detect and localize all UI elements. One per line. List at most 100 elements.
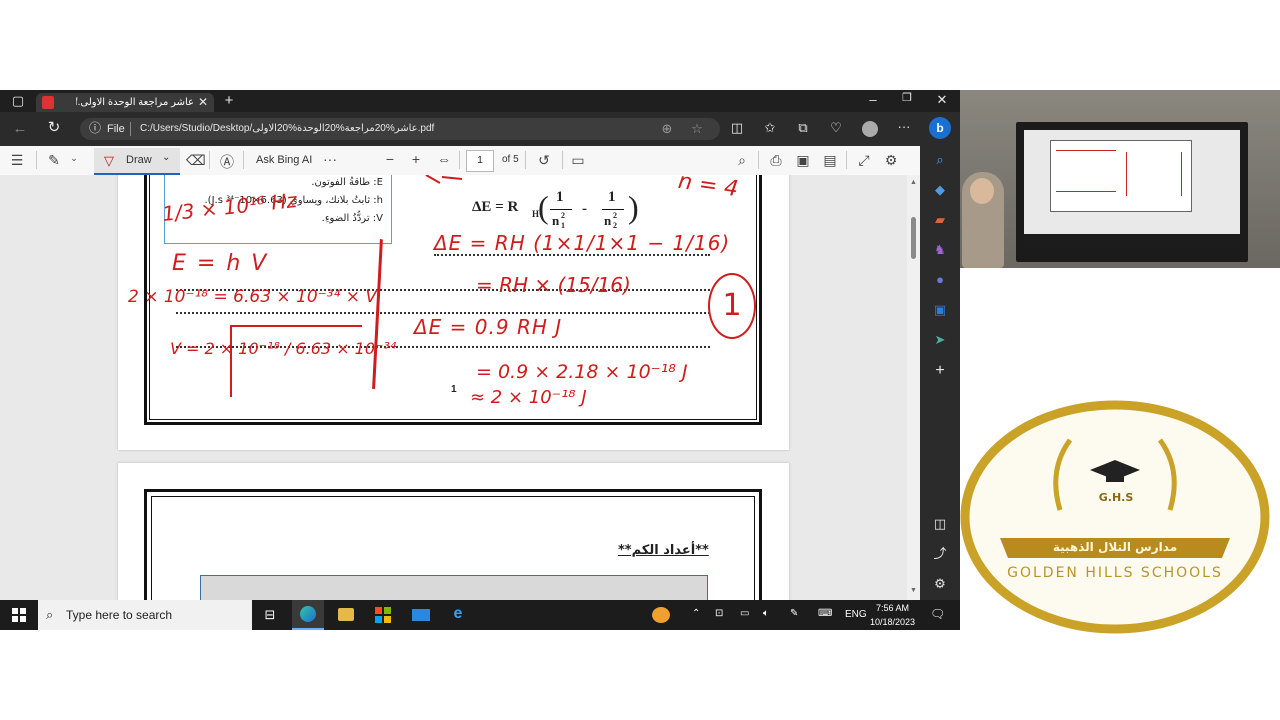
table-box: [200, 575, 708, 600]
draw-button[interactable]: ▽ Draw ⌄: [94, 148, 180, 175]
save-as-icon[interactable]: ▤: [822, 152, 838, 169]
ink-left3: 2 × 10⁻¹⁸ = 6.63 × 10⁻³⁴ × V: [128, 287, 377, 307]
address-bar-row: ← ↻ ⓘ File C:/Users/Studio/Desktop/عاشر%…: [0, 112, 960, 146]
star-icon[interactable]: ☆: [690, 122, 704, 135]
zoom-in-button[interactable]: +: [408, 151, 424, 167]
taskbar-search[interactable]: ⌕ Type here to search: [38, 600, 252, 630]
extensions-icon[interactable]: ♡: [829, 121, 843, 134]
scrollbar-thumb[interactable]: [911, 217, 916, 259]
frac-num-2: 1: [608, 189, 616, 205]
office-icon[interactable]: ●: [932, 273, 948, 286]
info-icon: ⓘ: [88, 121, 101, 135]
window-close-icon[interactable]: ✕: [935, 93, 949, 106]
weather-icon[interactable]: [652, 607, 670, 623]
toc-icon[interactable]: ☰: [9, 152, 25, 169]
favorites-icon[interactable]: ✩: [763, 121, 777, 134]
plus-icon[interactable]: +: [932, 363, 948, 379]
url-prefix: File: [107, 123, 125, 135]
display-icon[interactable]: ▭: [740, 608, 749, 619]
ask-bing-button[interactable]: Ask Bing AI: [256, 154, 312, 166]
notification-icon[interactable]: 🗨︎: [930, 607, 945, 621]
ink-delta-e-line1: ΔE = RH (1×1/1×1 − 1/16): [434, 231, 731, 255]
ink-stroke: [422, 175, 472, 184]
search-icon: ⌕: [46, 607, 54, 622]
back-icon[interactable]: ←: [12, 121, 28, 136]
minimize-icon[interactable]: –: [866, 93, 880, 106]
legend-v: V: تردُّدُ الضوءِ.: [321, 213, 383, 224]
keyboard-icon[interactable]: ⌨: [818, 608, 832, 619]
games-icon[interactable]: ♞: [932, 243, 948, 256]
chevron-up-icon[interactable]: ⌃: [692, 608, 700, 619]
url-text: C:/Users/Studio/Desktop/عاشر%20مراجعة%20…: [140, 123, 435, 134]
pen-icon[interactable]: ✎: [790, 608, 798, 619]
store-icon[interactable]: [375, 607, 391, 623]
close-icon[interactable]: ✕: [196, 96, 210, 108]
shopping-icon[interactable]: ◆: [932, 183, 948, 196]
clock-time[interactable]: 7:56 AM: [876, 603, 909, 613]
tab-bar: ▢ عاشر مراجعة الوحدة الاولى.pdf* ✕ + – ❐…: [0, 90, 960, 112]
maximize-icon[interactable]: ❐: [900, 93, 914, 104]
read-aloud-icon[interactable]: Ⓐ: [219, 152, 235, 172]
mail-icon[interactable]: [412, 609, 430, 621]
language-indicator[interactable]: ENG: [845, 609, 867, 620]
print-icon[interactable]: ⎙: [768, 152, 784, 169]
windows-icon[interactable]: [12, 608, 26, 622]
external-link-icon[interactable]: ⤴: [932, 547, 948, 560]
chevron-down-icon[interactable]: ⌄: [68, 153, 80, 164]
clock-date[interactable]: 10/18/2023: [870, 617, 915, 627]
zoom-icon[interactable]: ⊕: [660, 122, 674, 135]
chevron-down-icon: ⌄: [162, 152, 171, 163]
ink-circle-1: 1: [708, 273, 756, 339]
highlight-icon[interactable]: ✎: [46, 152, 62, 169]
frac-num-1: 1: [556, 189, 564, 205]
zoom-out-button[interactable]: −: [382, 151, 398, 167]
eraser-icon[interactable]: ⌫: [186, 152, 206, 169]
formula-lhs: ΔE = R: [472, 199, 519, 215]
pdf-toolbar: ☰ ✎ ⌄ ▽ Draw ⌄ ⌫ Ⓐ Ask Bing AI ··· − + ⇔…: [0, 146, 960, 176]
rotate-icon[interactable]: ↺: [536, 152, 552, 169]
search-icon[interactable]: ⌕: [734, 152, 750, 169]
url-field[interactable]: ⓘ File C:/Users/Studio/Desktop/عاشر%20مر…: [80, 118, 720, 140]
refresh-icon[interactable]: ↻: [46, 120, 62, 135]
collections-icon[interactable]: ⧉: [796, 121, 810, 134]
scrollbar[interactable]: ▲ ▼: [907, 175, 920, 600]
outlook-icon[interactable]: ▣: [932, 303, 948, 316]
pdf-viewer[interactable]: E: طاقةُ الفوتون. h: ثابتُ بلانك، ويساوي…: [0, 175, 920, 600]
settings-icon[interactable]: ⚙: [883, 152, 899, 169]
taskview-icon[interactable]: ⊟: [262, 608, 278, 621]
ie-icon[interactable]: e: [450, 606, 466, 622]
plus-icon[interactable]: +: [222, 93, 236, 108]
settings-icon[interactable]: ⚙: [932, 577, 948, 590]
fullscreen-icon[interactable]: ⤢: [856, 152, 872, 169]
pdf-page-1: E: طاقةُ الفوتون. h: ثابتُ بلانك، ويساوي…: [118, 175, 789, 450]
explorer-icon[interactable]: [338, 608, 354, 621]
sidebar-toggle-icon[interactable]: ▢: [10, 94, 26, 107]
send-icon[interactable]: ➤: [932, 333, 948, 346]
ink-line4: = 0.9 × 2.18 × 10⁻¹⁸ J: [476, 361, 688, 383]
volume-icon[interactable]: 🔈︎: [763, 608, 769, 619]
sidebar-panel-icon[interactable]: ◫: [932, 517, 948, 530]
network-icon[interactable]: ⊡: [715, 608, 723, 619]
edge-taskbar-button[interactable]: [292, 600, 324, 630]
answer-line: [176, 312, 710, 314]
split-icon[interactable]: ◫: [730, 121, 744, 134]
page-view-icon[interactable]: ▭: [570, 152, 586, 169]
camera-feed: [960, 90, 1280, 268]
formula-minus: -: [582, 201, 587, 217]
ink-line2: = RH × (15/16): [476, 273, 631, 297]
ink-root: [230, 325, 362, 397]
more-icon[interactable]: ···: [897, 120, 911, 133]
tab-active[interactable]: عاشر مراجعة الوحدة الاولى.pdf* ✕: [36, 93, 214, 112]
tools-icon[interactable]: ▰: [932, 213, 948, 226]
search-icon[interactable]: ⌕: [932, 153, 948, 166]
search-placeholder: Type here to search: [66, 608, 173, 622]
frac-den-1: n: [552, 213, 560, 228]
logo-english-name: GOLDEN HILLS SCHOOLS: [1007, 565, 1223, 581]
profile-icon[interactable]: [862, 121, 878, 137]
more-icon[interactable]: ···: [322, 151, 338, 167]
bing-icon[interactable]: b: [929, 117, 951, 139]
fit-width-icon[interactable]: ⇔: [436, 151, 452, 167]
tab-title: عاشر مراجعة الوحدة الاولى.pdf*: [76, 97, 194, 108]
page-number-input[interactable]: 1: [466, 150, 494, 172]
save-icon[interactable]: ▣: [795, 152, 811, 169]
